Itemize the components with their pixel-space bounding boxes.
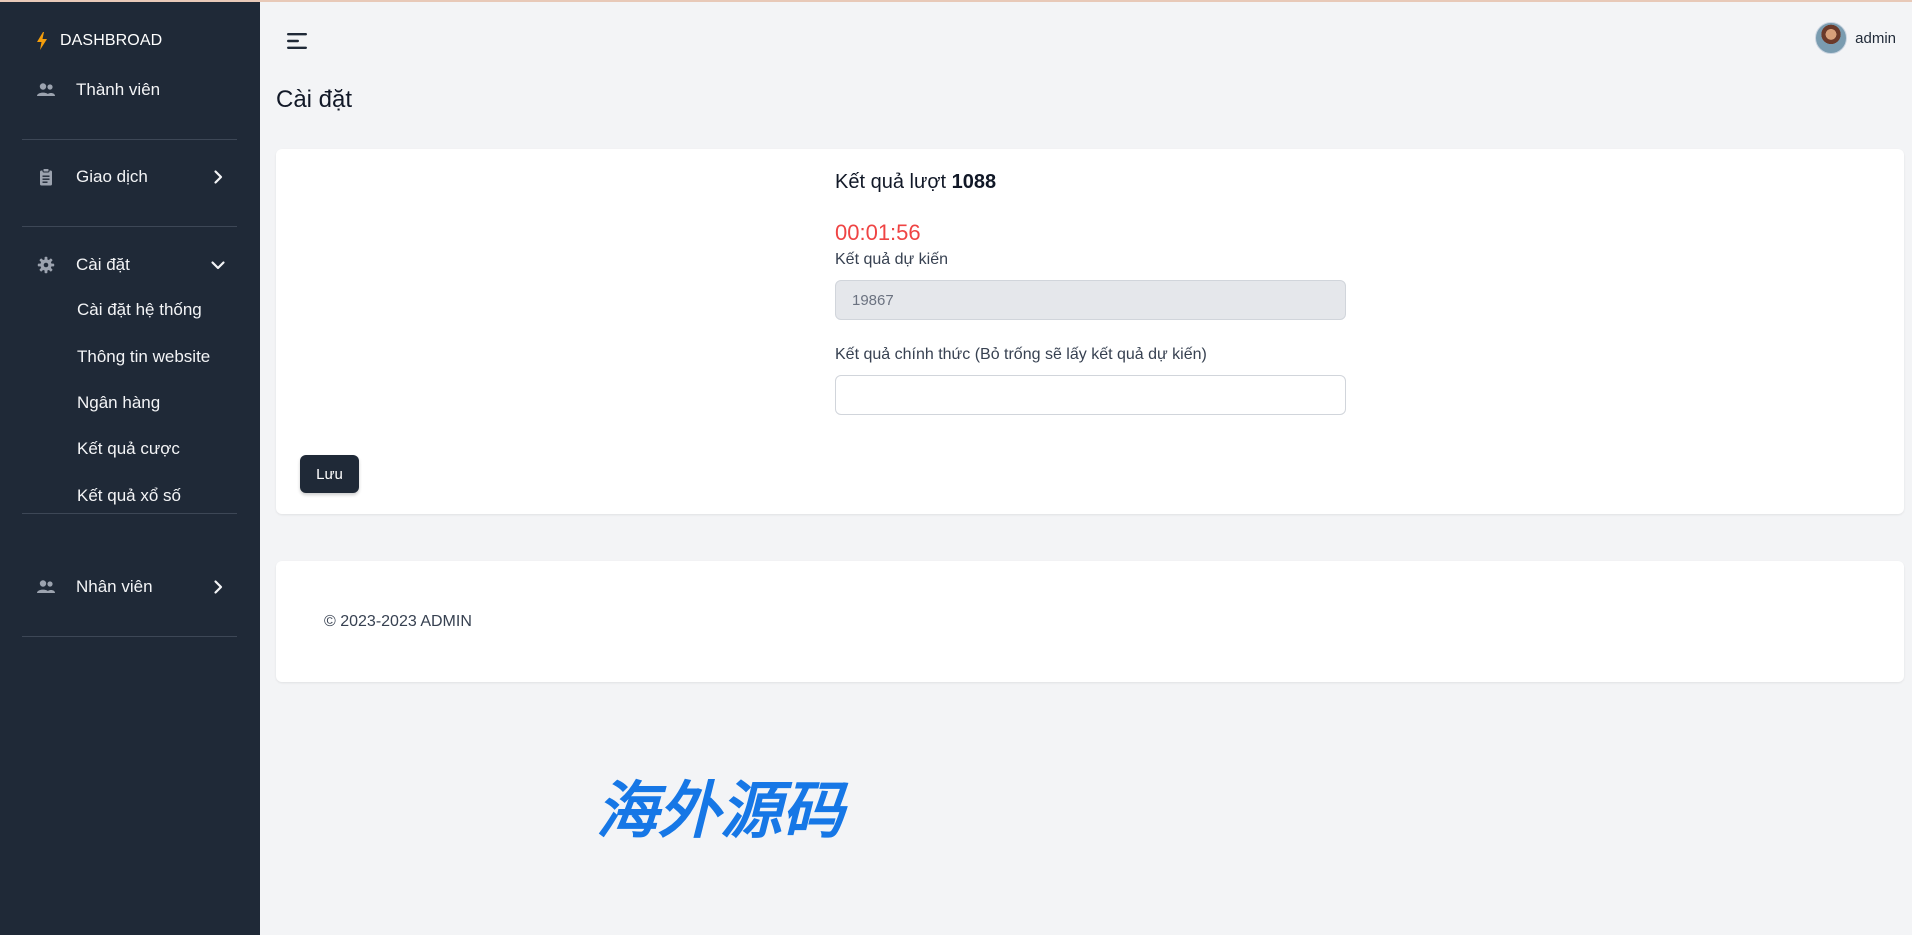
official-result-label: Kết quả chính thức (Bỏ trống sẽ lấy kết … bbox=[835, 346, 1207, 363]
official-result-input[interactable] bbox=[835, 375, 1346, 415]
sidebar-subitem-lottery-results[interactable]: Kết quả xổ số bbox=[77, 486, 181, 506]
sidebar-divider bbox=[22, 513, 237, 514]
sidebar-subitem-bank[interactable]: Ngân hàng bbox=[77, 393, 160, 413]
sidebar-divider bbox=[22, 636, 237, 637]
expected-result-input bbox=[835, 280, 1346, 320]
sidebar-subitem-bet-results[interactable]: Kết quả cược bbox=[77, 439, 180, 459]
sidebar: DASHBROAD Thành viên Giao dịch Cài đặt C… bbox=[0, 0, 260, 935]
menu-toggle-icon[interactable] bbox=[286, 30, 308, 52]
clipboard-icon bbox=[36, 167, 56, 187]
chevron-down-icon bbox=[211, 261, 225, 270]
chevron-right-icon bbox=[214, 170, 223, 184]
card-title-prefix: Kết quả lượt bbox=[835, 171, 947, 193]
brand-title: DASHBROAD bbox=[60, 32, 163, 49]
users-icon bbox=[36, 577, 56, 597]
sidebar-item-staff[interactable]: Nhân viên bbox=[36, 572, 226, 602]
footer: © 2023-2023 ADMIN bbox=[276, 561, 1904, 682]
copyright-text: © 2023-2023 ADMIN bbox=[324, 613, 472, 630]
round-number: 1088 bbox=[951, 171, 997, 193]
expected-result-label: Kết quả dự kiến bbox=[835, 251, 949, 268]
brand[interactable]: DASHBROAD bbox=[36, 32, 162, 50]
top-border bbox=[0, 0, 1912, 2]
result-card: Kết quả lượt 1088 00:01:56 Kết quả dự ki… bbox=[276, 149, 1904, 514]
user-menu[interactable]: admin bbox=[1815, 22, 1896, 54]
save-button[interactable]: Lưu bbox=[300, 455, 359, 493]
sidebar-divider bbox=[22, 226, 237, 227]
lightning-icon bbox=[37, 32, 47, 50]
user-name: admin bbox=[1855, 29, 1896, 47]
sidebar-subitem-website-info[interactable]: Thông tin website bbox=[77, 347, 210, 367]
sidebar-item-label: Cài đặt bbox=[76, 255, 130, 274]
page-title: Cài đặt bbox=[276, 86, 353, 113]
sidebar-item-label: Nhân viên bbox=[76, 577, 153, 596]
users-icon bbox=[36, 80, 56, 100]
sidebar-divider bbox=[22, 139, 237, 140]
watermark-text: 海外源码 bbox=[596, 774, 849, 844]
sidebar-subitem-system-settings[interactable]: Cài đặt hệ thống bbox=[77, 300, 202, 320]
sidebar-item-members[interactable]: Thành viên bbox=[36, 75, 226, 105]
avatar bbox=[1815, 22, 1848, 54]
sidebar-item-label: Giao dịch bbox=[76, 167, 148, 186]
countdown-timer: 00:01:56 bbox=[835, 220, 921, 245]
watermark: 海外源码 bbox=[596, 774, 849, 844]
gear-icon bbox=[36, 255, 56, 275]
sidebar-item-transactions[interactable]: Giao dịch bbox=[36, 162, 226, 192]
sidebar-item-settings[interactable]: Cài đặt bbox=[36, 250, 226, 280]
chevron-right-icon bbox=[214, 580, 223, 594]
card-title: Kết quả lượt 1088 bbox=[835, 171, 996, 194]
sidebar-item-label: Thành viên bbox=[76, 80, 161, 99]
